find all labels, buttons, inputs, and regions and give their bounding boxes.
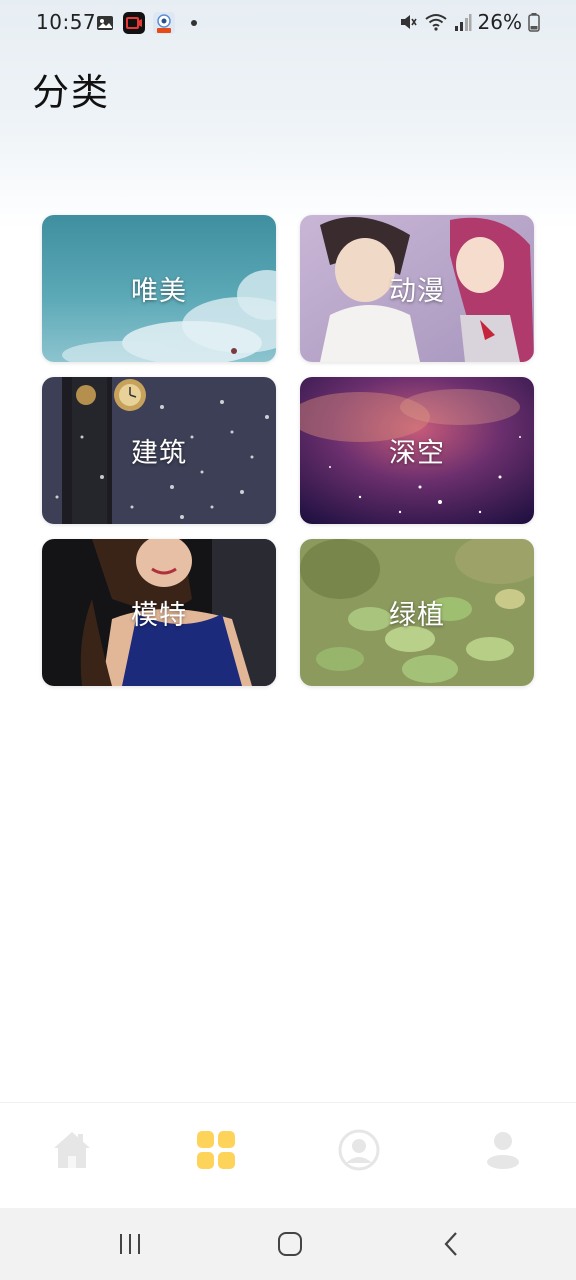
home-button[interactable] bbox=[270, 1226, 310, 1262]
back-chevron-icon bbox=[444, 1232, 457, 1256]
mute-icon bbox=[400, 15, 417, 29]
signal-icon bbox=[454, 14, 472, 31]
nav-profile[interactable] bbox=[336, 1127, 382, 1173]
gallery-icon bbox=[97, 16, 113, 30]
category-label: 建筑 bbox=[131, 438, 187, 469]
screen-record-icon bbox=[123, 12, 145, 34]
nav-category[interactable] bbox=[193, 1127, 239, 1173]
system-nav-bar bbox=[0, 1208, 576, 1280]
nav-home[interactable] bbox=[49, 1127, 95, 1173]
status-time: 10:57 bbox=[36, 10, 97, 34]
status-bar: 10:57 26% bbox=[0, 0, 576, 48]
wifi-icon bbox=[424, 14, 447, 31]
category-label: 模特 bbox=[131, 600, 187, 631]
category-card-aesthetic[interactable]: 唯美 bbox=[42, 215, 276, 362]
system-status-icons: 26% bbox=[398, 10, 540, 34]
category-card-deep-space[interactable]: 深空 bbox=[300, 377, 534, 524]
battery-icon bbox=[528, 13, 540, 32]
category-grid-icon bbox=[197, 1131, 235, 1169]
app-notification-icon bbox=[153, 12, 175, 34]
bottom-nav bbox=[0, 1102, 576, 1209]
profile-circle-icon bbox=[338, 1129, 380, 1171]
battery-percent: 26% bbox=[477, 10, 522, 34]
category-label: 唯美 bbox=[131, 276, 187, 307]
home-icon bbox=[54, 1132, 90, 1168]
recents-icon bbox=[120, 1234, 140, 1254]
back-button[interactable] bbox=[432, 1226, 472, 1262]
page-title: 分类 bbox=[32, 71, 110, 114]
nav-user[interactable] bbox=[480, 1127, 526, 1173]
category-card-anime[interactable]: 动漫 bbox=[300, 215, 534, 362]
more-notifications-dot bbox=[191, 20, 197, 26]
category-label: 绿植 bbox=[389, 600, 445, 631]
recents-button[interactable] bbox=[110, 1226, 150, 1262]
category-page: 10:57 26% 分类 唯美 动漫 建筑 深空 模特 绿植 bbox=[0, 0, 576, 1280]
user-icon bbox=[487, 1132, 519, 1169]
notification-icons bbox=[95, 12, 197, 34]
category-label: 深空 bbox=[389, 438, 445, 469]
category-card-plants[interactable]: 绿植 bbox=[300, 539, 534, 686]
category-label: 动漫 bbox=[389, 276, 445, 307]
category-card-model[interactable]: 模特 bbox=[42, 539, 276, 686]
category-card-architecture[interactable]: 建筑 bbox=[42, 377, 276, 524]
home-circle-icon bbox=[278, 1232, 302, 1256]
category-grid: 唯美 动漫 建筑 深空 模特 绿植 bbox=[42, 215, 534, 686]
